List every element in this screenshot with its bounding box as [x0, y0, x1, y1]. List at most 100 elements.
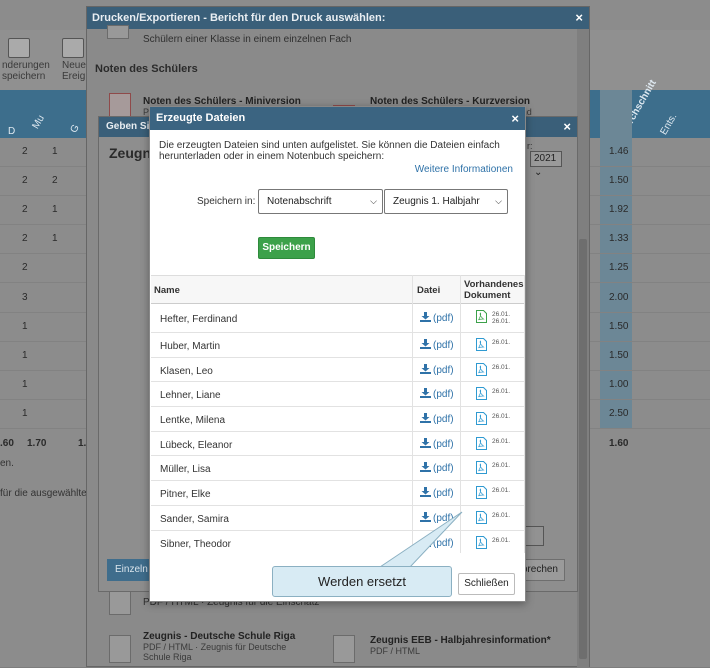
download-label: (pdf): [433, 340, 454, 351]
table-row: Hefter, Ferdinand (pdf) 26.01. 26.01.: [151, 304, 525, 333]
column-header-line: Dokument: [464, 290, 511, 301]
grade-value: 1: [22, 378, 28, 390]
download-pdf-link[interactable]: (pdf): [420, 462, 454, 474]
document-date: 26.01.: [492, 437, 511, 445]
chevron-down-icon: ⌵: [495, 196, 502, 206]
download-pdf-link[interactable]: (pdf): [420, 413, 454, 425]
student-name: Lübeck, Eleanor: [160, 439, 233, 451]
pdf-document-icon: [476, 387, 487, 401]
download-icon: [420, 413, 431, 424]
column-label: G: [68, 122, 82, 135]
column-label: Ents.: [658, 111, 680, 137]
download-icon: [420, 312, 431, 322]
average-value: 1.25: [609, 262, 629, 274]
document-icon: [333, 635, 355, 663]
download-icon: [420, 363, 431, 374]
table-header: Name Datei Vorhandenes Dokument: [151, 275, 525, 304]
document-date: 26.01.: [492, 413, 511, 421]
table-row: Sander, Samira (pdf) 26.01.: [151, 506, 525, 531]
close-icon[interactable]: ×: [575, 7, 583, 29]
callout-note: Werden ersetzt: [272, 566, 452, 597]
background-note: für die ausgewählte K: [0, 488, 97, 499]
existing-document-link[interactable]: 26.01.: [476, 412, 510, 426]
download-icon: [420, 462, 431, 473]
download-label: (pdf): [433, 438, 454, 450]
export-scrollbar[interactable]: [577, 29, 589, 668]
report-item[interactable]: Zeugnis - Deutsche Schule Riga PDF / HTM…: [143, 631, 313, 662]
student-name: Hefter, Ferdinand: [160, 314, 238, 325]
document-dates: 26.01.: [492, 512, 510, 519]
save-button[interactable]: Speichern: [258, 237, 315, 259]
report-item[interactable]: Zeugnis EEB - Halbjahresinformation* PDF…: [370, 635, 551, 656]
pdf-document-icon: [476, 310, 487, 323]
single-button[interactable]: Einzeln: [107, 559, 155, 581]
table-row: Klasen, Leo (pdf) 26.01.: [151, 358, 525, 383]
document-dates: 26.01.: [492, 487, 510, 494]
document-date: 26.01.: [492, 536, 511, 544]
notebook-select[interactable]: Notenabschrift ⌵: [258, 189, 383, 214]
average-value: 1.92: [609, 204, 629, 216]
column-header-existing: Vorhandenes Dokument: [464, 279, 523, 301]
footer-average: 1.60: [609, 438, 629, 449]
student-name: Müller, Lisa: [160, 464, 211, 476]
document-dates: 26.01.: [492, 413, 510, 420]
new-event-tool[interactable]: Neue Ereig: [62, 38, 86, 82]
existing-document-link[interactable]: 26.01.: [476, 338, 510, 351]
download-pdf-link[interactable]: (pdf): [420, 363, 454, 376]
existing-document-link[interactable]: 26.01.: [476, 461, 510, 475]
download-pdf-link[interactable]: (pdf): [420, 487, 454, 499]
column-label: Mu: [30, 113, 47, 131]
close-icon[interactable]: ×: [511, 107, 519, 130]
grade-value: 1: [52, 146, 58, 157]
download-pdf-link[interactable]: (pdf): [420, 536, 454, 549]
notebook-select-value: Notenabschrift: [267, 196, 332, 207]
download-pdf-link[interactable]: (pdf): [420, 511, 454, 524]
scrollbar-thumb[interactable]: [579, 239, 587, 659]
period-select[interactable]: Zeugnis 1. Halbjahr ⌵: [384, 189, 508, 214]
existing-document-link[interactable]: 26.01.: [476, 486, 510, 500]
document-icon: [107, 25, 129, 39]
year-select[interactable]: 2021 ⌄: [530, 151, 562, 178]
grade-value: 3: [22, 291, 28, 303]
save-changes-tool[interactable]: nderungen speichern: [2, 38, 50, 82]
document-dates: 26.01.: [492, 438, 510, 445]
grade-value: 1: [52, 233, 58, 245]
tool-label: nderungen: [2, 60, 50, 71]
column-divider: [460, 275, 461, 553]
document-date: 26.01.: [492, 487, 511, 495]
document-date: 26.01.: [492, 339, 511, 346]
student-name: Sander, Samira: [160, 513, 229, 525]
grade-value: 1: [22, 407, 28, 419]
student-name: Huber, Martin: [160, 341, 221, 352]
average-value: 1.50: [609, 349, 629, 361]
tool-label: speichern: [2, 71, 46, 82]
save-icon: [8, 38, 30, 58]
existing-document-link[interactable]: 26.01.: [476, 436, 510, 450]
download-pdf-link[interactable]: (pdf): [420, 388, 454, 400]
download-pdf-link[interactable]: (pdf): [420, 339, 454, 351]
table-row: Lentke, Milena (pdf) 26.01.: [151, 407, 525, 432]
download-pdf-link[interactable]: (pdf): [420, 437, 454, 450]
average-value: 2.00: [609, 291, 629, 303]
document-date: 26.01.: [492, 511, 511, 519]
grade-value: 1: [22, 320, 28, 332]
table-row: Lübeck, Eleanor (pdf) 26.01.: [151, 432, 525, 457]
download-pdf-link[interactable]: (pdf): [420, 312, 454, 324]
download-label: (pdf): [433, 313, 454, 324]
pdf-document-icon: [476, 461, 487, 475]
download-icon: [420, 487, 431, 498]
existing-document-link[interactable]: 26.01. 26.01.: [476, 310, 510, 325]
dialog-description: Die erzeugten Dateien sind unten aufgeli…: [159, 140, 500, 162]
close-icon[interactable]: ×: [563, 117, 571, 137]
download-label: (pdf): [433, 414, 454, 426]
grade-value: 2: [22, 204, 28, 216]
existing-document-link[interactable]: 26.01.: [476, 387, 510, 401]
existing-document-link[interactable]: 26.01.: [476, 362, 510, 376]
document-date: 26.01.: [492, 462, 511, 470]
grade-value: 2: [22, 262, 28, 274]
close-button[interactable]: Schließen: [458, 573, 515, 595]
document-dates: 26.01.: [492, 388, 510, 395]
more-info-link[interactable]: Weitere Informationen: [415, 164, 513, 175]
existing-document-link[interactable]: 26.01.: [476, 510, 510, 524]
existing-document-link[interactable]: 26.01.: [476, 535, 510, 549]
